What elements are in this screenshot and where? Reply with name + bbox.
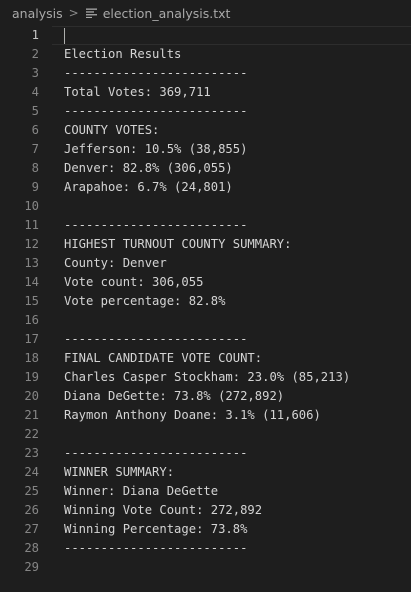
line-number: 11 xyxy=(24,218,39,232)
editor-line[interactable]: 16 xyxy=(0,311,411,330)
line-text[interactable]: COUNTY VOTES: xyxy=(64,121,159,140)
line-text[interactable]: ------------------------- xyxy=(64,330,247,349)
line-number: 26 xyxy=(24,503,39,517)
editor-line[interactable]: 19 Charles Casper Stockham: 23.0% (85,213… xyxy=(0,368,411,387)
line-text[interactable]: ------------------------- xyxy=(64,444,247,463)
editor-line[interactable]: 27 Winning Percentage: 73.8% xyxy=(0,520,411,539)
line-text[interactable]: ------------------------- xyxy=(64,64,247,83)
line-number: 8 xyxy=(31,161,39,175)
editor-line[interactable]: 5 ------------------------- xyxy=(0,102,411,121)
line-number: 14 xyxy=(24,275,39,289)
editor-line[interactable]: 18 FINAL CANDIDATE VOTE COUNT: xyxy=(0,349,411,368)
editor-line[interactable]: 2 Election Results xyxy=(0,45,411,64)
breadcrumb-file[interactable]: election_analysis.txt xyxy=(103,6,231,21)
line-number: 5 xyxy=(31,104,39,118)
line-text[interactable]: ------------------------- xyxy=(64,216,247,235)
line-text[interactable]: Denver: 82.8% (306,055) xyxy=(64,159,233,178)
line-text[interactable]: Arapahoe: 6.7% (24,801) xyxy=(64,178,233,197)
line-number: 22 xyxy=(24,427,39,441)
editor-line[interactable]: 11 ------------------------- xyxy=(0,216,411,235)
line-number: 6 xyxy=(31,123,39,137)
line-number: 19 xyxy=(24,370,39,384)
line-number: 28 xyxy=(24,541,39,555)
line-text[interactable]: Charles Casper Stockham: 23.0% (85,213) xyxy=(64,368,350,387)
line-text[interactable]: County: Denver xyxy=(64,254,167,273)
editor-line[interactable]: 22 xyxy=(0,425,411,444)
line-text[interactable]: Raymon Anthony Doane: 3.1% (11,606) xyxy=(64,406,321,425)
line-text[interactable]: Winning Percentage: 73.8% xyxy=(64,520,247,539)
line-number: 24 xyxy=(24,465,39,479)
editor-line[interactable]: 3 ------------------------- xyxy=(0,64,411,83)
editor-line[interactable]: 4 Total Votes: 369,711 xyxy=(0,83,411,102)
editor-line[interactable]: 8 Denver: 82.8% (306,055) xyxy=(0,159,411,178)
line-text[interactable]: Jefferson: 10.5% (38,855) xyxy=(64,140,247,159)
editor-line[interactable]: 13 County: Denver xyxy=(0,254,411,273)
lines-file-icon xyxy=(85,8,97,18)
line-text[interactable]: Winning Vote Count: 272,892 xyxy=(64,501,262,520)
line-number: 29 xyxy=(24,560,39,574)
line-number: 10 xyxy=(24,199,39,213)
editor-line[interactable]: 15 Vote percentage: 82.8% xyxy=(0,292,411,311)
line-text[interactable]: ------------------------- xyxy=(64,539,247,558)
editor-line[interactable]: 23 ------------------------- xyxy=(0,444,411,463)
editor-line[interactable]: 17 ------------------------- xyxy=(0,330,411,349)
line-number: 12 xyxy=(24,237,39,251)
line-text[interactable]: Winner: Diana DeGette xyxy=(64,482,218,501)
editor-line[interactable]: 6 COUNTY VOTES: xyxy=(0,121,411,140)
line-number: 9 xyxy=(31,180,39,194)
line-number: 21 xyxy=(24,408,39,422)
editor-line[interactable]: 25 Winner: Diana DeGette xyxy=(0,482,411,501)
line-number: 1 xyxy=(31,28,39,42)
editor-line[interactable]: 10 xyxy=(0,197,411,216)
editor-line[interactable]: 28 ------------------------- xyxy=(0,539,411,558)
line-number: 20 xyxy=(24,389,39,403)
text-cursor xyxy=(64,28,65,44)
line-number: 2 xyxy=(31,47,39,61)
editor-line[interactable]: 14 Vote count: 306,055 xyxy=(0,273,411,292)
line-number: 16 xyxy=(24,313,39,327)
line-text[interactable]: Vote percentage: 82.8% xyxy=(64,292,225,311)
line-number: 18 xyxy=(24,351,39,365)
line-text[interactable]: Vote count: 306,055 xyxy=(64,273,203,292)
line-text[interactable]: Total Votes: 369,711 xyxy=(64,83,211,102)
breadcrumb-folder[interactable]: analysis xyxy=(12,6,63,21)
breadcrumb-separator: > xyxy=(68,6,79,20)
editor-line[interactable]: 7 Jefferson: 10.5% (38,855) xyxy=(0,140,411,159)
editor[interactable]: 1 2 Election Results 3 ---------------------… xyxy=(0,26,411,592)
line-number: 4 xyxy=(31,85,39,99)
line-text[interactable]: ------------------------- xyxy=(64,102,247,121)
line-number: 15 xyxy=(24,294,39,308)
line-text[interactable]: WINNER SUMMARY: xyxy=(64,463,174,482)
line-number: 7 xyxy=(31,142,39,156)
line-number: 23 xyxy=(24,446,39,460)
line-text[interactable]: FINAL CANDIDATE VOTE COUNT: xyxy=(64,349,262,368)
line-number: 17 xyxy=(24,332,39,346)
editor-line[interactable]: 24 WINNER SUMMARY: xyxy=(0,463,411,482)
breadcrumb: analysis > election_analysis.txt xyxy=(0,0,411,26)
editor-line[interactable]: 21 Raymon Anthony Doane: 3.1% (11,606) xyxy=(0,406,411,425)
line-number: 13 xyxy=(24,256,39,270)
line-number: 3 xyxy=(31,66,39,80)
editor-line[interactable]: 9 Arapahoe: 6.7% (24,801) xyxy=(0,178,411,197)
line-text[interactable]: Election Results xyxy=(64,45,181,64)
line-number: 25 xyxy=(24,484,39,498)
editor-line[interactable]: 12 HIGHEST TURNOUT COUNTY SUMMARY: xyxy=(0,235,411,254)
line-text[interactable]: HIGHEST TURNOUT COUNTY SUMMARY: xyxy=(64,235,291,254)
editor-line[interactable]: 26 Winning Vote Count: 272,892 xyxy=(0,501,411,520)
line-number: 27 xyxy=(24,522,39,536)
editor-line[interactable]: 1 xyxy=(0,26,411,45)
editor-line[interactable]: 20 Diana DeGette: 73.8% (272,892) xyxy=(0,387,411,406)
editor-line[interactable]: 29 xyxy=(0,558,411,577)
line-text[interactable]: Diana DeGette: 73.8% (272,892) xyxy=(64,387,284,406)
